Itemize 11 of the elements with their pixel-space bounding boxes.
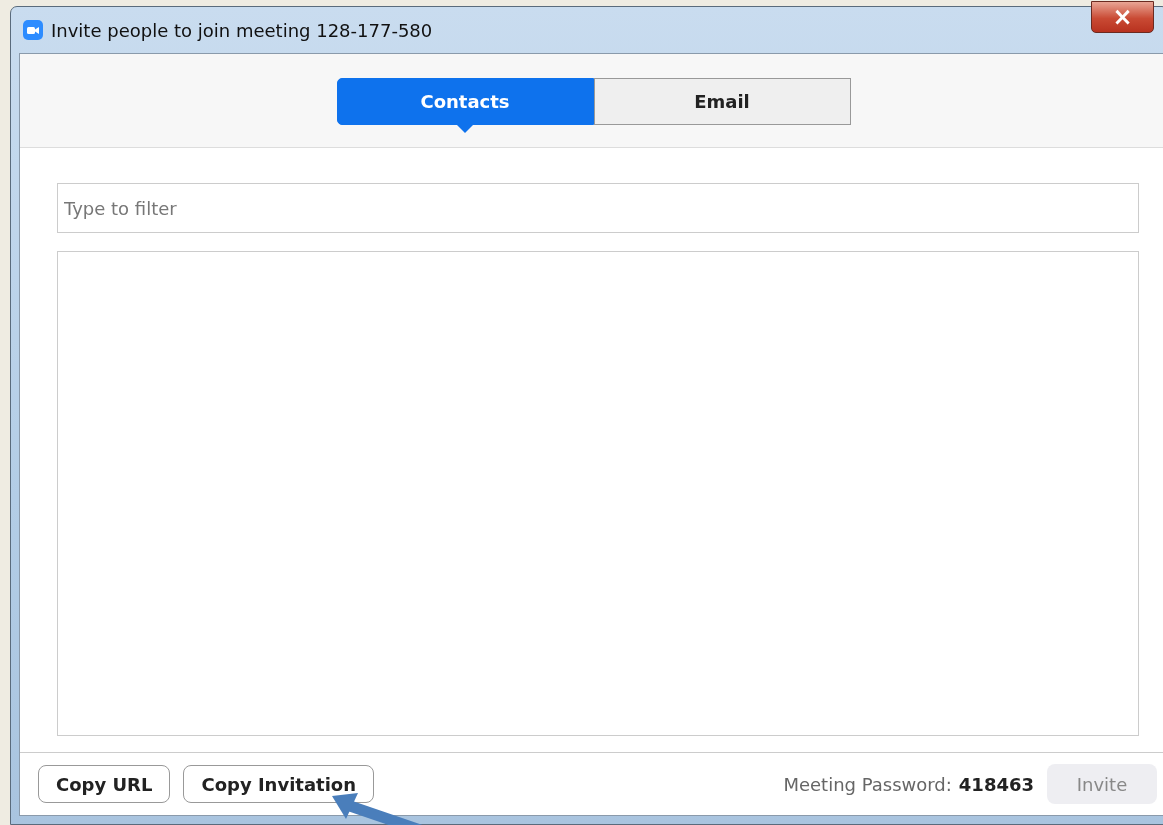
camera-icon: [23, 20, 43, 40]
password-label: Meeting Password:: [783, 773, 952, 795]
copy-button[interactable]: Copy Invitation: [183, 765, 374, 803]
window-title: Invite people to join meeting 128-177-580: [51, 19, 433, 41]
tab-pointer: [456, 125, 473, 133]
tab[interactable]: Email: [593, 78, 851, 125]
tab[interactable]: Contacts: [336, 78, 594, 125]
password-value: 418463: [958, 773, 1034, 795]
close-button[interactable]: ×: [1091, 1, 1154, 33]
filter-field[interactable]: Type to filter: [57, 183, 1139, 233]
copy-button[interactable]: Copy URL: [38, 765, 171, 803]
